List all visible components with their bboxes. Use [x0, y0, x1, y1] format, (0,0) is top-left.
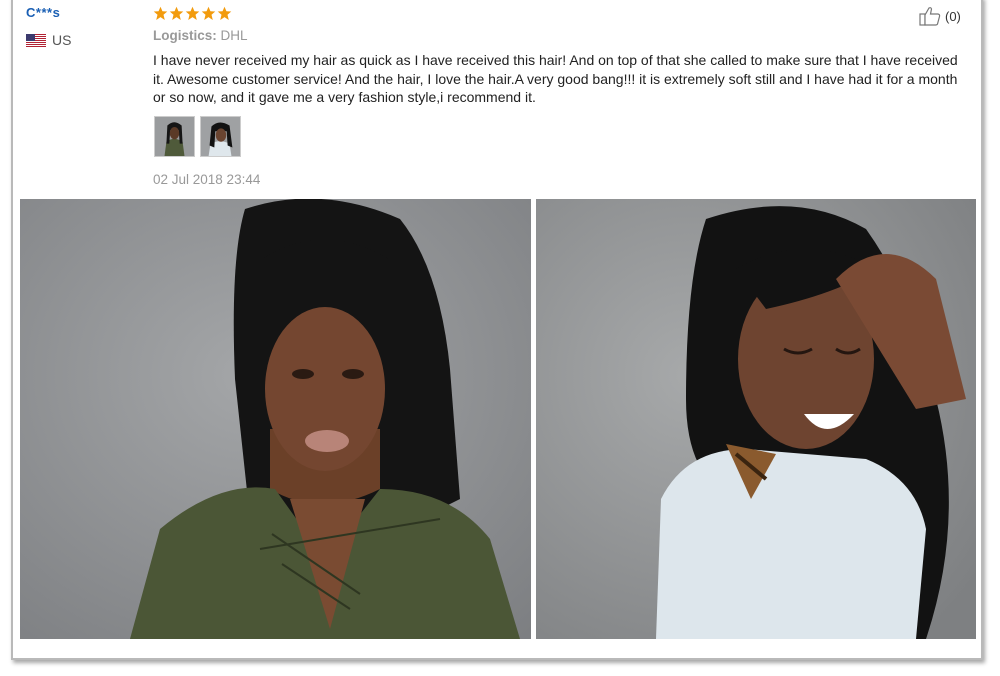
star-icon	[169, 6, 184, 20]
helpful-button[interactable]: (0)	[919, 6, 961, 26]
us-flag-icon	[26, 33, 46, 47]
review-photo[interactable]	[20, 199, 531, 639]
star-rating	[153, 6, 232, 21]
reviewer-country: US	[26, 32, 71, 48]
photo-thumbnail[interactable]	[154, 116, 195, 157]
reviewer-name: C***s	[26, 5, 61, 20]
star-icon	[217, 6, 232, 20]
review-photo[interactable]	[536, 199, 976, 639]
country-label: US	[52, 32, 72, 48]
review-text: I have never received my hair as quick a…	[153, 52, 958, 105]
review-date: 02 Jul 2018 23:44	[153, 172, 261, 187]
logistics-value: DHL	[220, 28, 248, 43]
thumbs-up-icon[interactable]	[919, 6, 941, 26]
photo-thumbnail[interactable]	[200, 116, 241, 157]
star-icon	[185, 6, 200, 20]
helpful-count: (0)	[945, 8, 961, 24]
star-icon	[201, 6, 216, 20]
logistics-info: Logistics: DHL	[153, 28, 248, 43]
logistics-label: Logistics:	[153, 28, 217, 43]
star-icon	[153, 6, 168, 20]
thumbnail-strip	[154, 116, 241, 157]
